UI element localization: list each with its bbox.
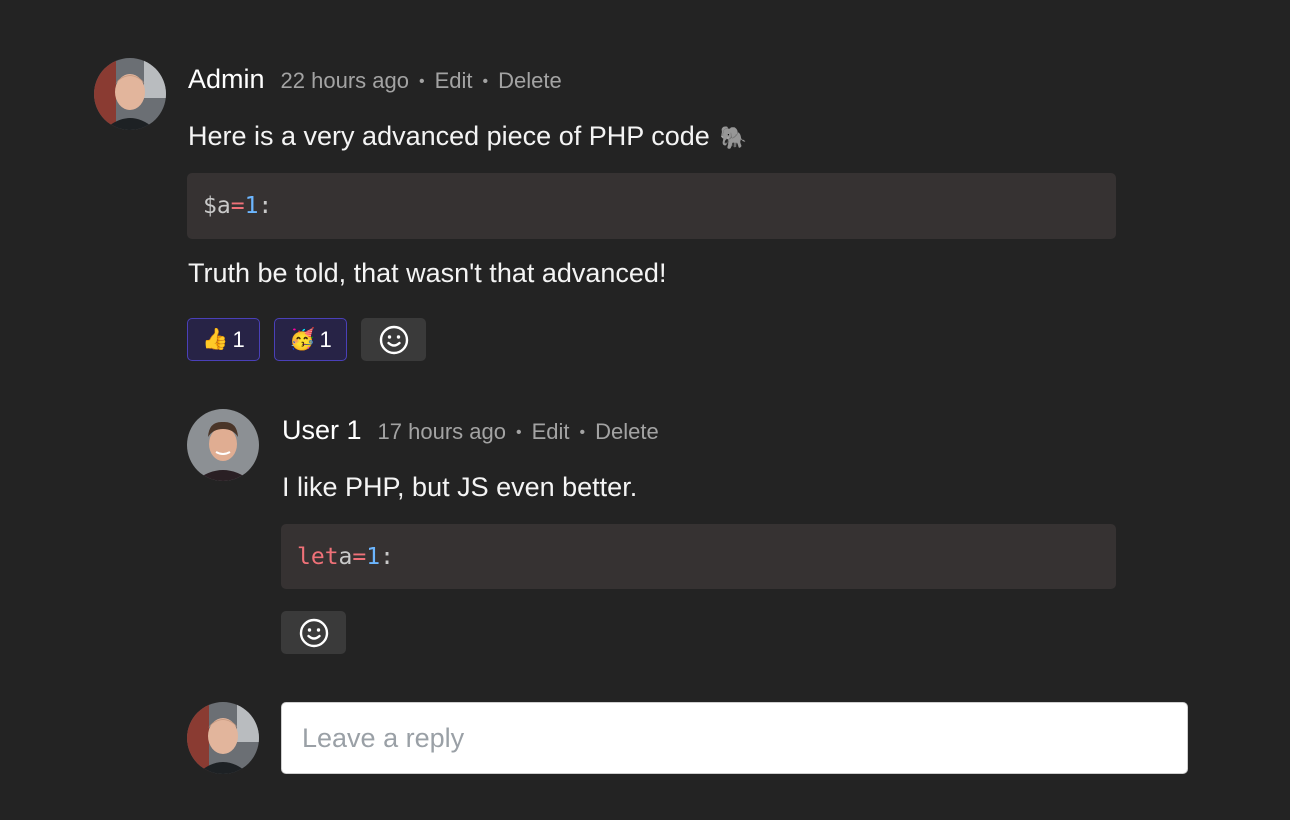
reaction-count: 1	[319, 326, 332, 352]
comment-text: I like PHP, but JS even better.	[282, 472, 638, 502]
add-reaction-button[interactable]	[281, 611, 346, 654]
edit-link[interactable]: Edit	[435, 68, 473, 94]
elephant-icon: 🐘	[719, 125, 748, 150]
code-token: :	[258, 193, 273, 219]
code-token: $a	[203, 193, 231, 219]
reaction-count: 1	[232, 326, 245, 352]
reaction-party[interactable]: 🥳 1	[274, 318, 347, 361]
admin-avatar	[94, 58, 166, 130]
separator-dot: •	[418, 73, 425, 90]
code-token: :	[380, 543, 394, 570]
author-name: Admin	[188, 64, 265, 94]
timestamp: 17 hours ago	[377, 419, 506, 444]
code-token: let	[297, 543, 339, 570]
comment-text: Truth be told, that wasn't that advanced…	[188, 258, 667, 288]
code-token: =	[230, 193, 245, 219]
party-face-icon: 🥳	[289, 328, 316, 351]
code-token: =	[352, 543, 367, 570]
separator-dot: •	[515, 424, 522, 441]
smiley-icon	[299, 618, 328, 647]
delete-link[interactable]: Delete	[498, 68, 562, 94]
comment-meta: Admin 22 hours ago • Edit • Delete	[188, 64, 562, 95]
separator-dot: •	[579, 424, 586, 441]
add-reaction-button[interactable]	[361, 318, 426, 361]
comment-text-line: Here is a very advanced piece of PHP cod…	[188, 121, 710, 151]
comment-meta: User 1 17 hours ago • Edit • Delete	[282, 415, 659, 446]
edit-link[interactable]: Edit	[532, 419, 570, 445]
user1-avatar	[187, 409, 259, 481]
separator-dot: •	[482, 73, 489, 90]
author-name: User 1	[282, 415, 362, 445]
smiley-icon	[379, 325, 408, 354]
code-token: 1	[244, 193, 259, 219]
code-token: a	[338, 543, 353, 570]
comment-thread: Admin 22 hours ago • Edit • Delete Here …	[0, 0, 1290, 820]
code-token: 1	[366, 543, 381, 570]
reaction-thumbs-up[interactable]: 👍 1	[187, 318, 260, 361]
timestamp: 22 hours ago	[280, 68, 409, 93]
comment-text: Here is a very advanced piece of PHP cod…	[188, 121, 747, 152]
current-user-avatar	[187, 702, 259, 774]
delete-link[interactable]: Delete	[595, 419, 659, 445]
reply-input[interactable]	[281, 702, 1188, 774]
thumbs-up-icon: 👍	[202, 328, 229, 351]
code-block: let a = 1:	[281, 524, 1116, 589]
code-block: $a = 1:	[187, 173, 1116, 239]
